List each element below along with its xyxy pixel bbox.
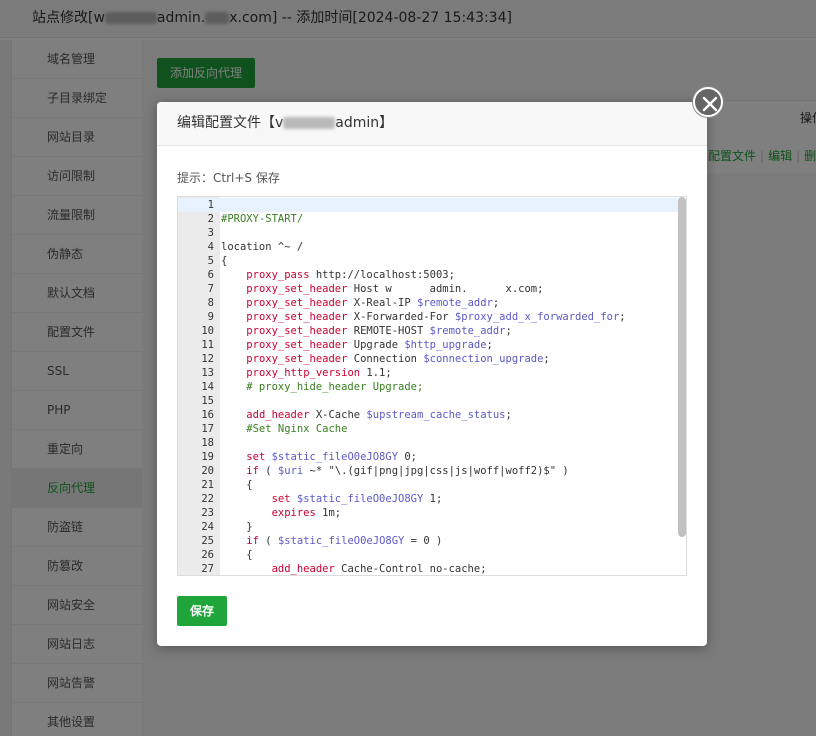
- code-text: add_header X-Cache $upstream_cache_statu…: [246, 409, 512, 421]
- code-line: 5{: [178, 254, 678, 268]
- line-number: 7: [207, 283, 214, 295]
- line-number: 11: [201, 339, 214, 351]
- code-text: set $static_fileO0eJO8GY 1;: [271, 493, 443, 505]
- dialog-title: 编辑配置文件【v admin】: [157, 102, 707, 146]
- line-number: 1: [207, 199, 214, 211]
- code-text: {: [221, 549, 253, 561]
- line-number: 4: [207, 241, 214, 253]
- line-number: 3: [207, 227, 214, 239]
- line-number: 15: [201, 395, 214, 407]
- line-number: 16: [201, 409, 214, 421]
- code-line: 14 # proxy_hide_header Upgrade;: [178, 380, 678, 394]
- code-text: proxy_set_header X-Forwarded-For $proxy_…: [246, 311, 626, 323]
- line-number: 25: [201, 535, 214, 547]
- code-text: # proxy_hide_header Upgrade;: [221, 381, 424, 393]
- line-number: 17: [201, 423, 214, 435]
- code-text: proxy_set_header Connection $connection_…: [246, 353, 550, 365]
- code-lines[interactable]: 1 2 #PROXY-START/3 4 location ^~ /5{6 proxy_…: [178, 198, 678, 575]
- code-text: #PROXY-START/: [221, 213, 304, 225]
- code-line: 1: [178, 198, 678, 212]
- code-line: 16 add_header X-Cache $upstream_cache_st…: [178, 408, 678, 422]
- dialog-title-prefix: 编辑配置文件【v: [177, 115, 284, 131]
- line-number: 21: [201, 479, 214, 491]
- line-number: 23: [201, 507, 214, 519]
- code-line: 23 expires 1m;: [178, 506, 678, 520]
- code-text: proxy_set_header Upgrade $http_upgrade;: [246, 339, 493, 351]
- code-line: 17 #Set Nginx Cache: [178, 422, 678, 436]
- code-line: 2 #PROXY-START/: [178, 212, 678, 226]
- line-number: 12: [201, 353, 214, 365]
- line-number: 18: [201, 437, 214, 449]
- code-line: 4 location ^~ /: [178, 240, 678, 254]
- save-hint: 提示：Ctrl+S 保存: [177, 171, 280, 185]
- line-number: 9: [207, 311, 214, 323]
- code-text: if ( $static_fileO0eJO8GY = 0 ): [246, 535, 443, 547]
- line-number: 27: [201, 563, 214, 575]
- line-number: 14: [201, 381, 214, 393]
- code-text: expires 1m;: [271, 507, 342, 519]
- line-number: 10: [201, 325, 214, 337]
- edit-config-dialog: 编辑配置文件【v admin】 提示：Ctrl+S 保存 1 2 #PROXY-STA…: [157, 102, 707, 646]
- line-number: 5: [207, 255, 214, 267]
- close-dialog-button[interactable]: [693, 87, 723, 117]
- code-line: 27 add_header Cache-Control no-cache;: [178, 562, 678, 575]
- code-editor[interactable]: 1 2 #PROXY-START/3 4 location ^~ /5{6 proxy_…: [177, 196, 687, 576]
- code-text: proxy_set_header X-Real-IP $remote_addr;: [246, 297, 500, 309]
- dialog-title-suffix: admin】: [335, 115, 394, 131]
- line-number: 8: [207, 297, 214, 309]
- line-number: 24: [201, 521, 214, 533]
- code-text: if ( $uri ~* "\.(gif|png|jpg|css|js|woff…: [246, 465, 569, 477]
- code-line: 3: [178, 226, 678, 240]
- code-text: proxy_http_version 1.1;: [246, 367, 392, 379]
- redacted-text: [283, 117, 336, 129]
- code-line: 21 {: [178, 478, 678, 492]
- close-icon: [702, 96, 718, 112]
- line-number: 26: [201, 549, 214, 561]
- line-number: 13: [201, 367, 214, 379]
- code-line: 26 {: [178, 548, 678, 562]
- code-text: }: [221, 521, 253, 533]
- code-text: #Set Nginx Cache: [221, 423, 348, 435]
- code-text: {: [221, 479, 253, 491]
- code-text: proxy_set_header Host w admin. x.com;: [246, 283, 544, 295]
- code-line: 25 if ( $static_fileO0eJO8GY = 0 ): [178, 534, 678, 548]
- line-number: 2: [207, 213, 214, 225]
- code-line: 11 proxy_set_header Upgrade $http_upgrad…: [178, 338, 678, 352]
- code-line: 8 proxy_set_header X-Real-IP $remote_add…: [178, 296, 678, 310]
- code-line: 22 set $static_fileO0eJO8GY 1;: [178, 492, 678, 506]
- code-line: 19 set $static_fileO0eJO8GY 0;: [178, 450, 678, 464]
- code-line: 24 }: [178, 520, 678, 534]
- line-number: 22: [201, 493, 214, 505]
- code-text: {: [221, 255, 228, 267]
- code-text: set $static_fileO0eJO8GY 0;: [246, 451, 417, 463]
- code-text: proxy_pass http://localhost:5003;: [246, 269, 455, 281]
- code-line: 6 proxy_pass http://localhost:5003;: [178, 268, 678, 282]
- code-line: 12 proxy_set_header Connection $connecti…: [178, 352, 678, 366]
- code-text: location ^~ /: [221, 241, 304, 253]
- code-line: 20 if ( $uri ~* "\.(gif|png|jpg|css|js|w…: [178, 464, 678, 478]
- line-number: 19: [201, 451, 214, 463]
- code-line: 15: [178, 394, 678, 408]
- line-number: 6: [207, 269, 214, 281]
- code-line: 18: [178, 436, 678, 450]
- code-text: add_header Cache-Control no-cache;: [271, 563, 487, 575]
- code-line: 9 proxy_set_header X-Forwarded-For $prox…: [178, 310, 678, 324]
- editor-scrollbar[interactable]: [678, 197, 686, 537]
- code-line: 13 proxy_http_version 1.1;: [178, 366, 678, 380]
- save-button[interactable]: 保存: [177, 596, 227, 626]
- code-line: 10 proxy_set_header REMOTE-HOST $remote_…: [178, 324, 678, 338]
- line-number: 20: [201, 465, 214, 477]
- code-text: proxy_set_header REMOTE-HOST $remote_add…: [246, 325, 512, 337]
- code-line: 7 proxy_set_header Host w admin. x.com;: [178, 282, 678, 296]
